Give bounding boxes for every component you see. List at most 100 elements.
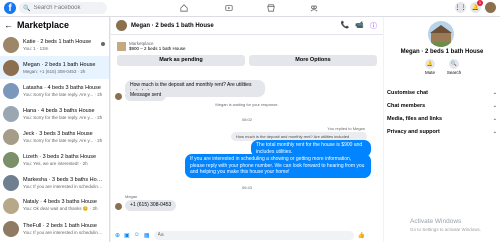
back-arrow-icon[interactable]: ←	[4, 20, 13, 30]
search-conversation-button[interactable]: 🔍 Search	[444, 59, 464, 75]
outgoing-message: If you are interested in scheduling a sh…	[185, 154, 371, 178]
conversation-item[interactable]: Nataly · 4 beds 3 baths House You: Ok dea…	[0, 194, 109, 217]
timestamp: 08:02	[241, 117, 252, 122]
conversation-name: Katie · 2 beds 1 bath House	[23, 38, 92, 45]
conversation-preview: You: 1 · 13m	[23, 45, 49, 51]
sticker-icon[interactable]: ☺	[134, 232, 140, 238]
phone-icon[interactable]: 📞	[341, 21, 350, 31]
reply-notice: You replied to Megan	[327, 126, 365, 131]
conversation-preview: You: If you are interested in scheduling…	[23, 229, 103, 235]
conversation-item[interactable]: Hana · 4 beds 3 baths House You: Sorry fo…	[0, 102, 109, 125]
conversation-thumbnail	[3, 220, 19, 237]
conversation-name: TheFull · 2 beds 1 bath House	[23, 222, 97, 229]
search-label: Search	[446, 70, 462, 75]
conversation-item[interactable]: Latasha · 4 beds 3 baths House You: Sorry…	[0, 79, 109, 102]
conversation-name: Hana · 4 beds 3 baths House	[23, 107, 95, 114]
conversation-preview: You: Yes, we are interested! · 2h	[23, 160, 88, 166]
conversation-name: Nataly · 4 beds 3 baths House	[23, 199, 97, 205]
plus-icon[interactable]: ⊕	[115, 232, 120, 239]
chat-avatar	[116, 20, 127, 31]
conversation-preview: You: If you are interested in scheduling…	[23, 183, 103, 189]
conversation-name: Megan · 2 beds 1 bath House	[23, 61, 96, 68]
chevron-down-icon: ⌄	[492, 90, 497, 96]
sender-name: Megan	[125, 194, 138, 199]
conversation-thumbnail	[3, 36, 19, 53]
media-files-section[interactable]: Media, files and links ⌄	[387, 114, 497, 124]
conversation-item[interactable]: Katie · 2 beds 1 bath House You: 1 · 13m	[0, 33, 109, 56]
bell-icon: 🔔	[425, 59, 435, 69]
sidebar-header: ← Marketplace	[0, 17, 109, 33]
section-label: Customise chat	[387, 90, 428, 96]
conversation-item[interactable]: Megan · 2 beds 1 bath House Megan: +1 (61…	[0, 56, 109, 79]
marketplace-icon[interactable]	[262, 2, 280, 14]
message-thread: How much is the deposit and monthly rent…	[111, 66, 383, 229]
chevron-down-icon: ⌄	[492, 129, 497, 135]
listing-card[interactable]: Marketplace $900 – 2 beds 1 bath House	[117, 39, 377, 53]
info-icon[interactable]: ⓘ	[370, 21, 377, 31]
chat-members-section[interactable]: Chat members ⌄	[387, 101, 497, 111]
conversation-item[interactable]: Lizeth · 3 beds 2 baths House You: Yes, w…	[0, 148, 109, 171]
sender-avatar	[115, 203, 122, 210]
waiting-notice: Megan is waiting for your response.	[215, 102, 279, 107]
customise-chat-section[interactable]: Customise chat ⌄	[387, 88, 497, 98]
conversation-item[interactable]: Jeck · 3 beds 3 baths House You: Sorry fo…	[0, 125, 109, 148]
unread-dot	[101, 42, 105, 46]
mark-pending-button[interactable]: Mark as pending	[117, 55, 245, 66]
listing-title: $900 – 2 beds 1 bath House	[129, 46, 186, 51]
facebook-logo[interactable]: f	[4, 2, 16, 14]
search-icon: 🔍	[23, 5, 31, 12]
incoming-message: Message sent	[125, 90, 167, 101]
conversation-preview: You: Sorry for the late reply. Are y... …	[23, 114, 103, 120]
search-icon: 🔍	[449, 59, 459, 69]
conversation-thumbnail	[3, 151, 19, 168]
chevron-down-icon: ⌄	[492, 116, 497, 122]
like-icon[interactable]: 👍	[358, 232, 365, 239]
video-call-icon[interactable]: 📹	[355, 21, 364, 31]
chat-header: Megan · 2 beds 1 bath House 📞 📹 ⓘ	[111, 17, 383, 35]
message-input[interactable]	[153, 230, 354, 240]
conversation-preview: You: Sorry for the late reply. Are y... …	[23, 137, 103, 143]
conversation-thumbnail	[3, 59, 19, 76]
timestamp: 06:43	[241, 185, 252, 190]
chevron-down-icon: ⌄	[492, 103, 497, 109]
conversation-name: Markesha · 3 beds 3 baths House	[23, 176, 103, 183]
home-icon[interactable]	[175, 2, 193, 14]
section-label: Media, files and links	[387, 116, 443, 122]
top-bar: f 🔍 ⋮⋮ 🔔1	[0, 0, 500, 17]
video-icon[interactable]	[220, 2, 238, 14]
chat-title[interactable]: Megan · 2 beds 1 bath House	[131, 23, 214, 29]
conversation-thumbnail	[3, 82, 19, 99]
notification-badge: 1	[477, 0, 483, 6]
profile-avatar[interactable]	[485, 2, 496, 13]
gif-icon[interactable]: ▦	[144, 232, 150, 239]
conversation-thumbnail	[3, 197, 19, 214]
sidebar-title: Marketplace	[17, 20, 70, 30]
privacy-support-section[interactable]: Privacy and support ⌄	[387, 127, 497, 137]
watermark-subtitle: Go to Settings to activate Windows.	[410, 227, 482, 232]
listing-thumbnail	[117, 41, 126, 51]
chat-panel: Megan · 2 beds 1 bath House 📞 📹 ⓘ Market…	[111, 17, 383, 242]
search-box[interactable]: 🔍	[19, 2, 107, 14]
message-composer: ⊕ ▣ ☺ ▦ 👍	[111, 228, 383, 242]
notifications-icon[interactable]: 🔔 1	[470, 0, 483, 13]
info-name: Megan · 2 beds 1 bath House	[400, 49, 484, 55]
conversation-thumbnail	[3, 174, 19, 191]
conversation-item[interactable]: Markesha · 3 beds 3 baths House You: If y…	[0, 171, 109, 194]
conversation-name: Latasha · 4 beds 3 baths House	[23, 84, 101, 91]
conversation-thumbnail	[3, 105, 19, 122]
conversation-info-panel: Megan · 2 beds 1 bath House 🔔 Mute 🔍 Sea…	[384, 17, 500, 242]
conversation-item[interactable]: TheFull · 2 beds 1 bath House You: If you…	[0, 217, 109, 240]
more-options-button[interactable]: More Options	[249, 55, 377, 66]
menu-grid-icon[interactable]: ⋮⋮	[455, 2, 467, 13]
conversation-thumbnail	[3, 128, 19, 145]
conversation-name: Lizeth · 3 beds 2 baths House	[23, 153, 97, 160]
conversation-name: Jeck · 3 beds 3 baths House	[23, 130, 93, 137]
mute-button[interactable]: 🔔 Mute	[420, 59, 440, 75]
mute-label: Mute	[424, 70, 435, 75]
conversation-preview: Megan: +1 (615) 308-0453 · 2h	[23, 68, 86, 74]
conversation-sidebar: ← Marketplace Katie · 2 beds 1 bath Hous…	[0, 17, 110, 242]
search-input[interactable]	[33, 5, 104, 11]
groups-icon[interactable]	[305, 2, 323, 14]
conversation-list: Katie · 2 beds 1 bath House You: 1 · 13m M…	[0, 33, 109, 240]
image-icon[interactable]: ▣	[124, 232, 130, 239]
